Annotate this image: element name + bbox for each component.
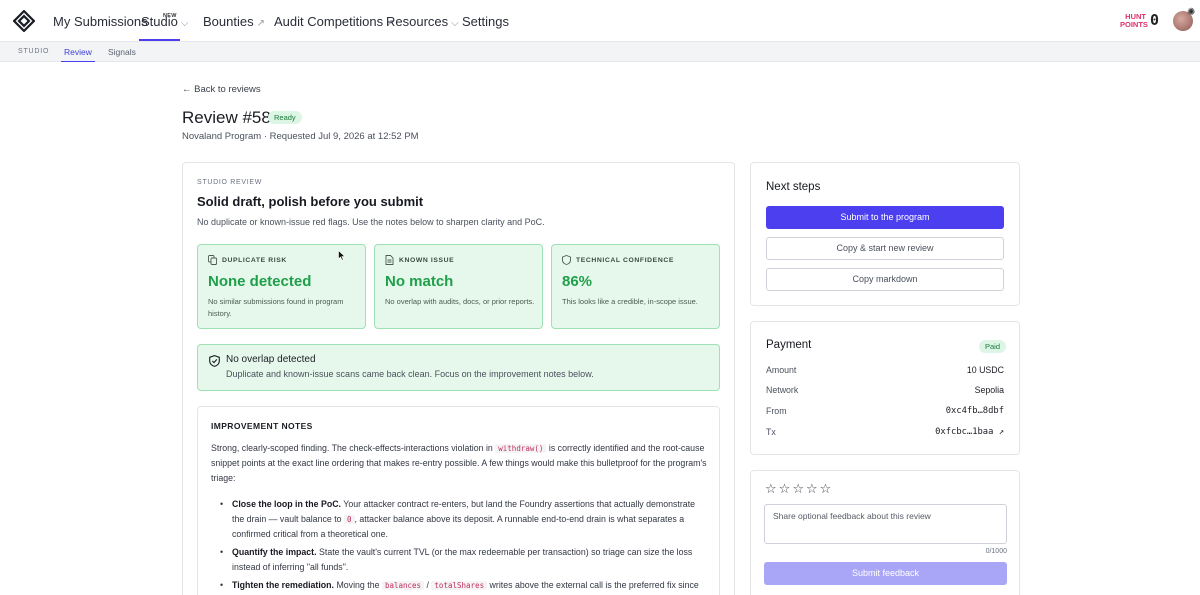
nav-settings[interactable]: Settings (462, 0, 509, 42)
star-icon[interactable]: ☆ (820, 481, 833, 497)
review-heading: Solid draft, polish before you submit (197, 194, 424, 209)
nav-studio[interactable]: Studio ⌵ (139, 0, 188, 41)
star-icon[interactable]: ☆ (792, 481, 805, 497)
list-item: Quantify the impact. State the vault's c… (218, 545, 708, 575)
list-item: Tighten the remediation. Moving the bala… (218, 578, 708, 593)
submit-to-program-button[interactable]: Submit to the program (766, 206, 1004, 229)
star-rating: ☆☆☆☆☆ (765, 481, 833, 497)
chevron-down-icon: ⌵ (180, 18, 189, 29)
arrow-left-icon: ← (182, 84, 192, 95)
char-count: 0/1000 (985, 548, 1007, 555)
feedback-card: ☆☆☆☆☆ 0/1000 Submit feedback (750, 470, 1020, 595)
code-snippet: totalShares (431, 581, 488, 590)
paid-badge: Paid (979, 340, 1007, 353)
notes-intro: Strong, clearly-scoped finding. The chec… (211, 443, 707, 483)
document-icon (385, 255, 394, 265)
metric-known-issue: KNOWN ISSUE No match No overlap with aud… (374, 244, 543, 329)
hunt-points-value: 0 (1150, 11, 1160, 29)
improvement-notes-card: IMPROVEMENT NOTES Strong, clearly-scoped… (197, 406, 720, 595)
review-description: No duplicate or known-issue red flags. U… (197, 217, 545, 227)
shield-check-icon (209, 355, 220, 367)
star-icon[interactable]: ☆ (765, 481, 778, 497)
star-icon[interactable]: ☆ (806, 481, 819, 497)
next-steps-title: Next steps (766, 181, 821, 193)
logo-icon[interactable] (13, 10, 35, 32)
page-title: Review #58 (182, 108, 271, 127)
payment-title: Payment (766, 339, 812, 351)
mouse-cursor-icon (338, 250, 346, 261)
copy-start-new-review-button[interactable]: Copy & start new review (766, 237, 1004, 260)
next-steps-card: Next steps Submit to the program Copy & … (750, 162, 1020, 306)
payment-card: Payment Paid Amount 10 USDC Network Sepoli… (750, 321, 1020, 455)
code-snippet: balances (381, 581, 425, 590)
sub-navigation: STUDIO Review Signals (0, 42, 1200, 62)
payment-row-from: From 0xc4fb…8dbf (766, 406, 1004, 416)
external-link-icon: ↗ (256, 18, 265, 29)
list-item: Close the loop in the PoC. Your attacker… (218, 497, 708, 542)
status-badge: Ready (268, 111, 302, 124)
star-icon[interactable]: ☆ (779, 481, 792, 497)
new-badge: NEW (163, 13, 177, 19)
top-navigation: My Submissions Studio ⌵ NEW Bounties ↗ Aud… (0, 0, 1200, 42)
nav-audit-competitions[interactable]: Audit Competitions ↗ (274, 0, 395, 42)
tab-review[interactable]: Review (61, 42, 95, 62)
copy-icon (208, 255, 217, 265)
back-to-reviews-link[interactable]: ← Back to reviews (182, 84, 261, 95)
submit-feedback-button[interactable]: Submit feedback (764, 562, 1007, 585)
hunt-points-label: HUNT POINTS (1120, 12, 1148, 29)
no-overlap-alert: No overlap detected Duplicate and known-… (197, 344, 720, 391)
payment-row-tx[interactable]: Tx 0xfcbc…1baa ↗ (766, 427, 1004, 441)
notes-list: Close the loop in the PoC. Your attacker… (218, 497, 708, 595)
payment-row-amount: Amount 10 USDC (766, 365, 1004, 375)
page-subtitle: Novaland Program · Requested Jul 9, 2026… (182, 131, 419, 142)
shield-icon (562, 255, 571, 265)
review-eyebrow: STUDIO REVIEW (197, 179, 263, 186)
chevron-down-icon: ⌵ (451, 18, 459, 29)
code-snippet: 0 (344, 515, 355, 524)
nav-bounties[interactable]: Bounties ↗ (203, 0, 265, 42)
copy-markdown-button[interactable]: Copy markdown (766, 268, 1004, 291)
nav-resources[interactable]: Resources ⌵ (386, 0, 459, 42)
tab-signals[interactable]: Signals (108, 42, 136, 62)
subnav-section-label: STUDIO (18, 48, 50, 55)
payment-row-network: Network Sepolia (766, 385, 1004, 395)
notes-title: IMPROVEMENT NOTES (211, 421, 313, 431)
code-snippet: withdraw() (495, 444, 547, 453)
nav-my-submissions[interactable]: My Submissions (53, 0, 148, 42)
feedback-textarea[interactable] (764, 504, 1007, 544)
metric-technical-confidence: TECHNICAL CONFIDENCE 86% This looks like… (551, 244, 720, 329)
sun-icon[interactable]: ✺ (1187, 7, 1195, 18)
